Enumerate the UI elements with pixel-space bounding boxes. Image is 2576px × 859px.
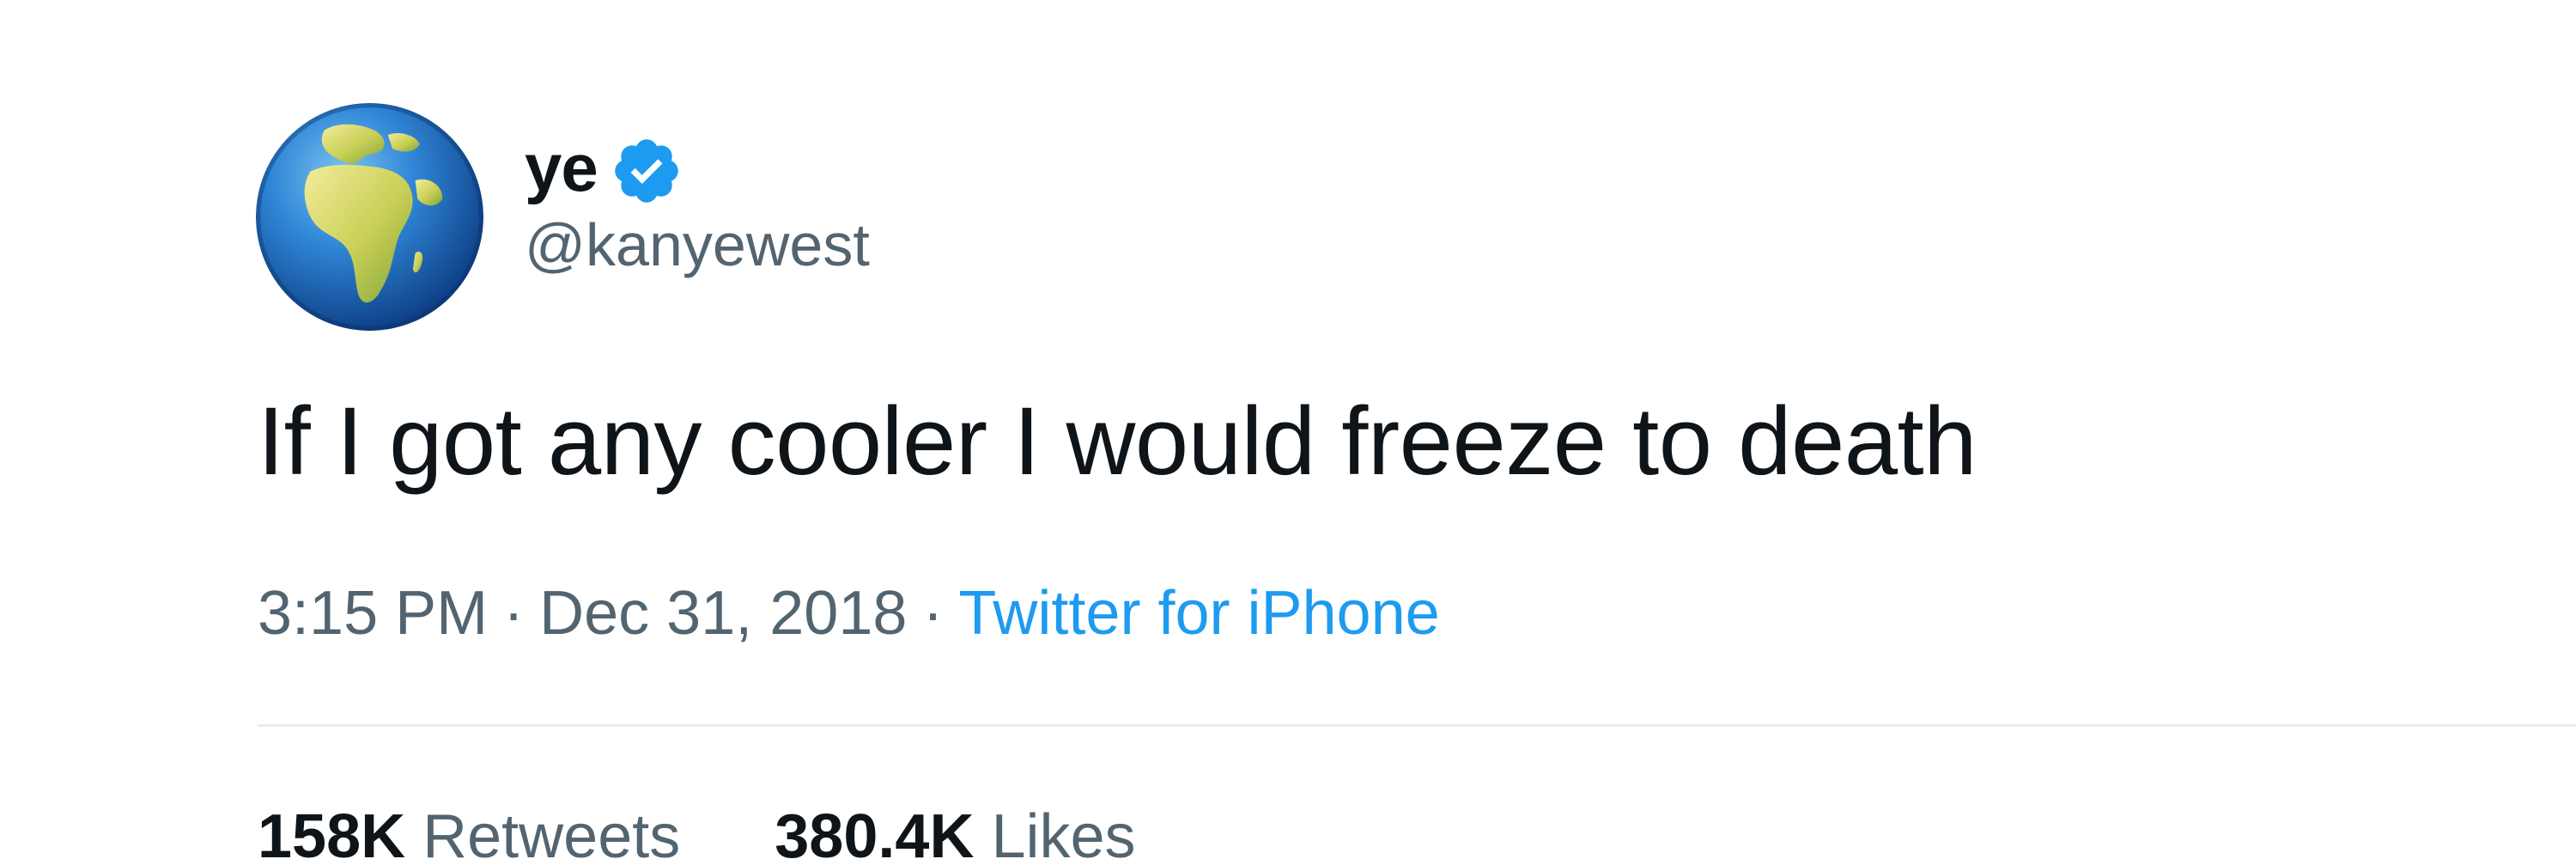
- likes-count: 380.4K: [775, 802, 975, 859]
- meta-separator: ·: [503, 579, 525, 648]
- verified-badge-icon: [615, 139, 678, 203]
- divider: [258, 724, 2576, 727]
- retweets-stat[interactable]: 158K Retweets: [258, 806, 680, 859]
- tweet-meta: 3:15 PM · Dec 31, 2018 · Twitter for iPh…: [258, 582, 1440, 644]
- meta-separator: ·: [922, 579, 944, 648]
- tweet-source-link[interactable]: Twitter for iPhone: [958, 582, 1439, 644]
- tweet-time[interactable]: 3:15 PM: [258, 582, 488, 644]
- likes-label: Likes: [991, 802, 1136, 859]
- retweets-label: Retweets: [422, 802, 681, 859]
- tweet-date[interactable]: Dec 31, 2018: [539, 582, 907, 644]
- user-name-row: ye: [525, 129, 683, 206]
- tweet-text: If I got any cooler I would freeze to de…: [258, 387, 1977, 495]
- tweet-stats: 158K Retweets 380.4K Likes: [258, 806, 1136, 859]
- retweets-count: 158K: [258, 802, 406, 859]
- likes-stat[interactable]: 380.4K Likes: [775, 806, 1135, 859]
- user-handle[interactable]: @kanyewest: [525, 215, 870, 275]
- globe-europe-africa-icon: [256, 103, 483, 331]
- display-name[interactable]: ye: [525, 134, 598, 201]
- avatar[interactable]: [256, 103, 483, 331]
